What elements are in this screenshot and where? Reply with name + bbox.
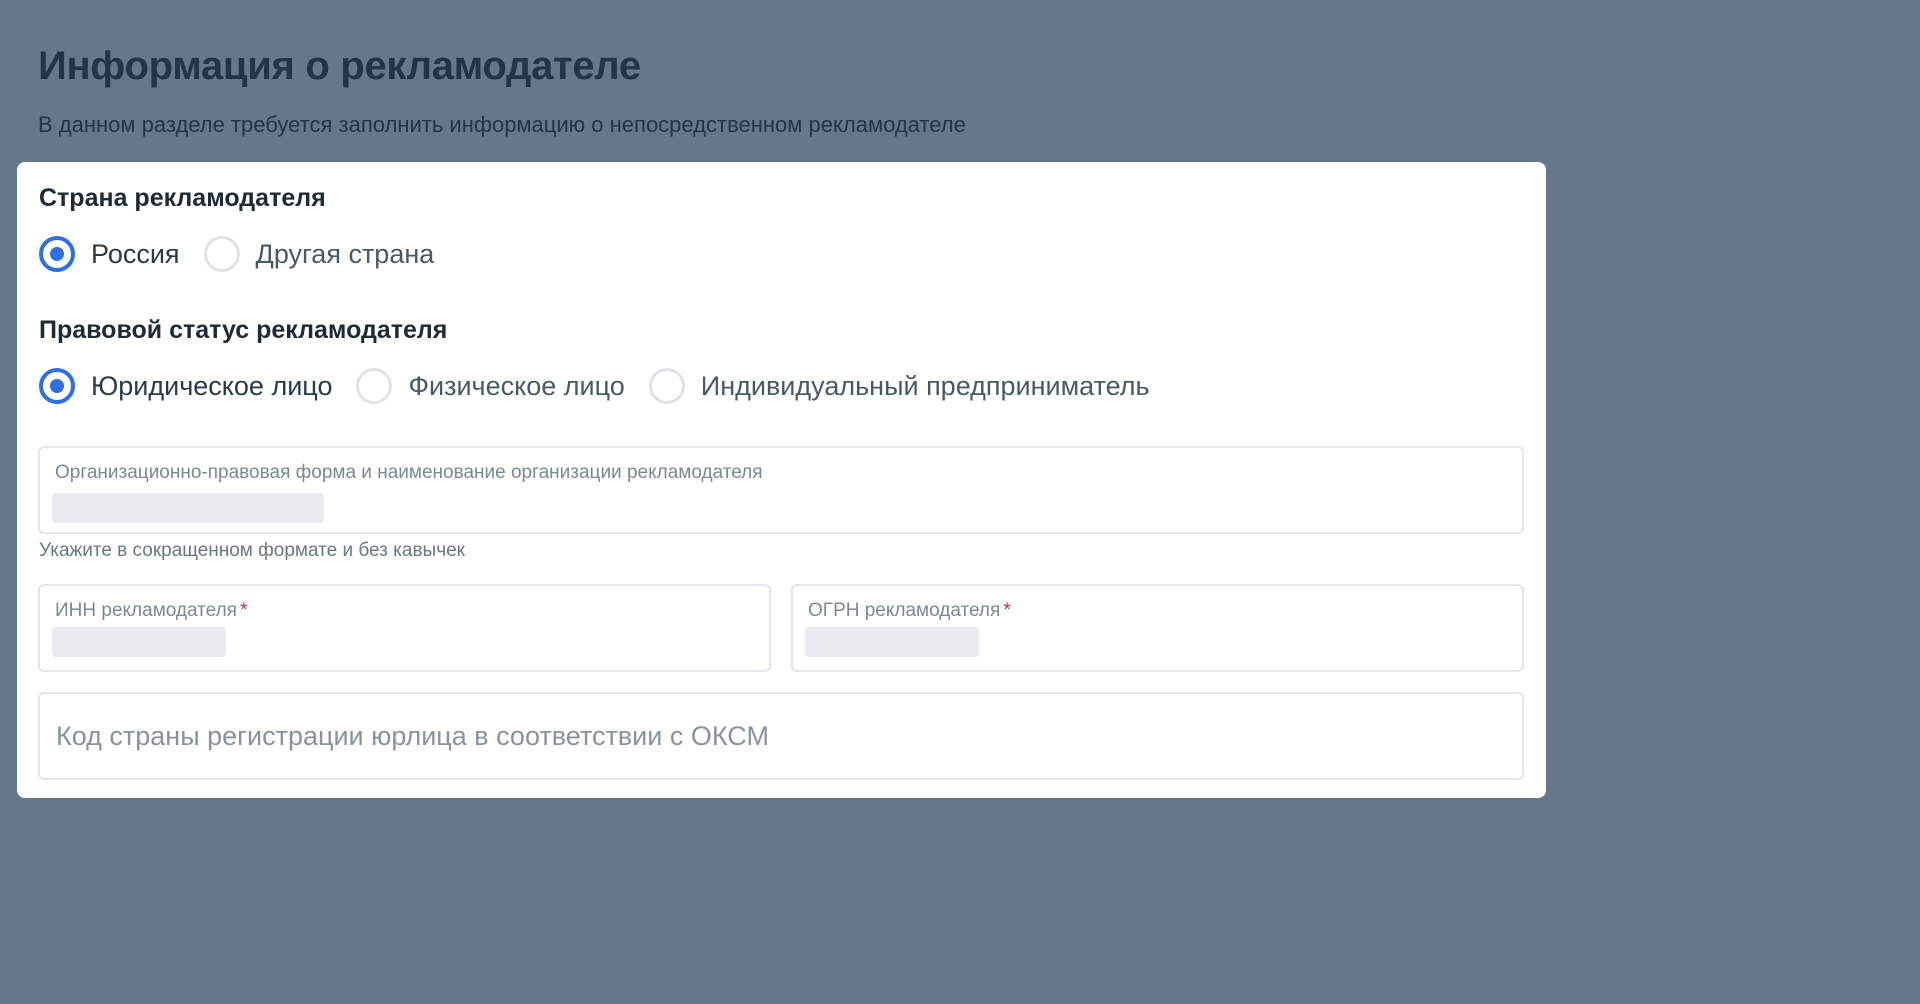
oksm-field[interactable]: Код страны регистрации юрлица в соответс… (38, 692, 1524, 780)
radio-checked-icon[interactable] (39, 236, 75, 272)
inn-value[interactable] (52, 627, 226, 657)
org-name-label: Организационно-правовая форма и наименов… (55, 462, 763, 483)
org-name-value[interactable] (52, 493, 324, 523)
radio-sole-proprietor[interactable]: Индивидуальный предприниматель (648, 368, 1150, 404)
ogrn-label: ОГРН рекламодателя * (808, 600, 1011, 621)
radio-individual[interactable]: Физическое лицо (356, 368, 625, 404)
radio-label: Индивидуальный предприниматель (700, 370, 1150, 401)
page-header: Информация о рекламодателе В данном разд… (38, 44, 966, 137)
radio-unchecked-icon[interactable] (356, 368, 393, 404)
radio-label: Физическое лицо (408, 370, 625, 401)
required-mark: * (239, 600, 248, 621)
radio-unchecked-icon[interactable] (203, 236, 240, 272)
radio-checked-icon[interactable] (39, 368, 75, 404)
required-mark: * (1003, 600, 1011, 621)
radio-unchecked-icon[interactable] (648, 368, 685, 404)
inn-label: ИНН рекламодателя * (55, 600, 248, 621)
radio-label: Юридическое лицо (91, 370, 333, 401)
org-name-field[interactable]: Организационно-правовая форма и наименов… (38, 446, 1524, 534)
ogrn-value[interactable] (805, 627, 979, 657)
radio-country-other[interactable]: Другая страна (203, 236, 435, 272)
radio-label: Россия (91, 238, 180, 269)
legal-status-radio-group: Юридическое лицо Физическое лицо Индивид… (39, 368, 1174, 404)
radio-country-russia[interactable]: Россия (39, 236, 180, 272)
radio-label: Другая страна (255, 238, 435, 269)
advertiser-form-card: Страна рекламодателя Россия Другая стран… (17, 162, 1546, 798)
page-subtitle: В данном разделе требуется заполнить инф… (38, 112, 966, 137)
ogrn-field[interactable]: ОГРН рекламодателя * (791, 584, 1524, 672)
radio-legal-entity[interactable]: Юридическое лицо (39, 368, 332, 404)
country-section-title: Страна рекламодателя (39, 184, 326, 212)
inn-field[interactable]: ИНН рекламодателя * (38, 584, 771, 672)
page-title: Информация о рекламодателе (38, 44, 641, 88)
org-name-hint: Укажите в сокращенном формате и без кавы… (39, 540, 465, 561)
oksm-placeholder: Код страны регистрации юрлица в соответс… (56, 721, 769, 751)
legal-status-section-title: Правовой статус рекламодателя (39, 316, 448, 344)
country-radio-group: Россия Другая страна (39, 236, 458, 272)
